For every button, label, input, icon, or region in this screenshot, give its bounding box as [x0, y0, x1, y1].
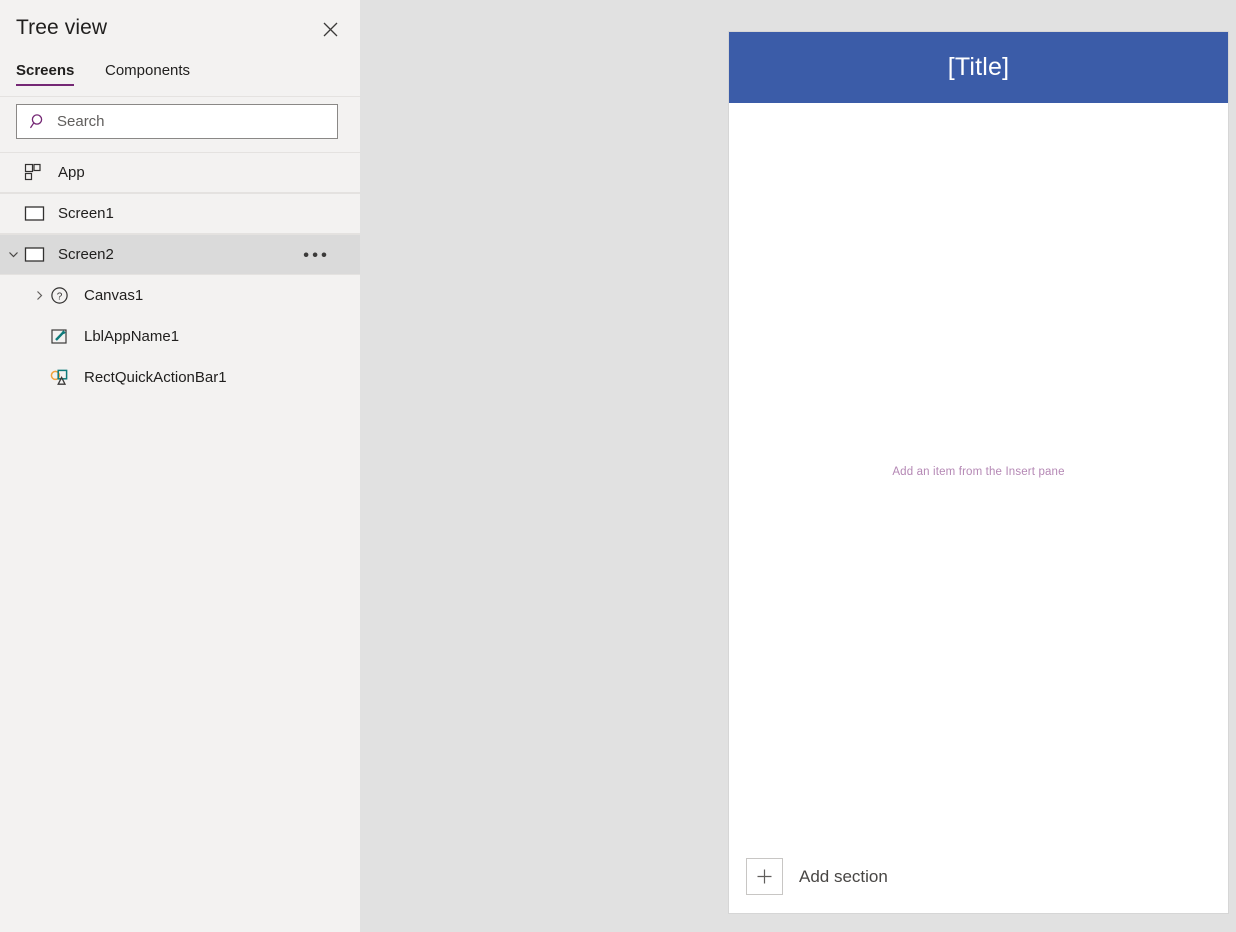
screen-icon — [24, 244, 50, 265]
app-title-text: [Title] — [947, 53, 1010, 81]
canvas-empty-placeholder: Add an item from the Insert pane — [892, 466, 1065, 478]
tree-item-lblappname1[interactable]: LblAppName1 — [0, 316, 360, 357]
tree-item-more-options-button[interactable]: ••• — [303, 246, 330, 263]
panel-tabs: Screens Components — [0, 62, 360, 92]
chevron-down-icon[interactable] — [2, 248, 24, 261]
tree-view-panel: Tree view Screens Components Search App … — [0, 0, 360, 932]
tree-item-canvas1[interactable]: ? Canvas1 — [0, 275, 360, 316]
app-grid-icon — [24, 163, 50, 182]
tab-components[interactable]: Components — [105, 62, 190, 86]
canvas-body[interactable]: Add an item from the Insert pane Add sec… — [729, 103, 1228, 913]
question-circle-icon: ? — [50, 286, 76, 305]
tree-item-screen2[interactable]: Screen2 ••• — [0, 234, 360, 275]
tree-item-label: RectQuickActionBar1 — [84, 369, 227, 386]
tab-active-indicator — [16, 84, 75, 86]
tree-item-label: LblAppName1 — [84, 328, 180, 345]
tree-item-label: Canvas1 — [84, 287, 144, 304]
tree-item-label: App — [58, 164, 85, 181]
panel-header: Tree view — [0, 0, 360, 58]
tabs-divider — [0, 96, 360, 97]
app-title-bar[interactable]: [Title] — [729, 32, 1228, 103]
svg-text:?: ? — [57, 291, 63, 302]
tree-item-label: Screen2 — [58, 246, 114, 263]
page-title: Tree view — [16, 16, 108, 39]
screen-icon — [24, 203, 50, 224]
plus-icon — [746, 858, 783, 895]
tree-item-screen1[interactable]: Screen1 — [0, 193, 360, 234]
chevron-right-icon[interactable] — [28, 289, 50, 302]
screens-tree: App Screen1 Screen2 ••• ? Canvas1 LblApp… — [0, 152, 360, 398]
canvas-workspace: [Title] Add an item from the Insert pane… — [360, 0, 1236, 932]
tab-screens-label: Screens — [16, 62, 75, 79]
add-section-label: Add section — [799, 866, 888, 886]
tab-screens[interactable]: Screens — [16, 62, 75, 86]
tree-item-app[interactable]: App — [0, 152, 360, 193]
label-pencil-icon — [50, 327, 76, 346]
shapes-icon — [50, 368, 76, 387]
add-section-button[interactable]: Add section — [746, 858, 888, 895]
search-box[interactable] — [16, 104, 338, 139]
search-icon — [30, 113, 47, 130]
tree-item-label: Screen1 — [58, 205, 114, 222]
tab-components-label: Components — [105, 62, 191, 79]
tree-item-rectquickactionbar1[interactable]: RectQuickActionBar1 — [0, 357, 360, 398]
close-icon[interactable] — [316, 15, 344, 43]
app-screen-canvas[interactable]: [Title] Add an item from the Insert pane… — [729, 32, 1228, 913]
search-input[interactable] — [57, 113, 312, 130]
